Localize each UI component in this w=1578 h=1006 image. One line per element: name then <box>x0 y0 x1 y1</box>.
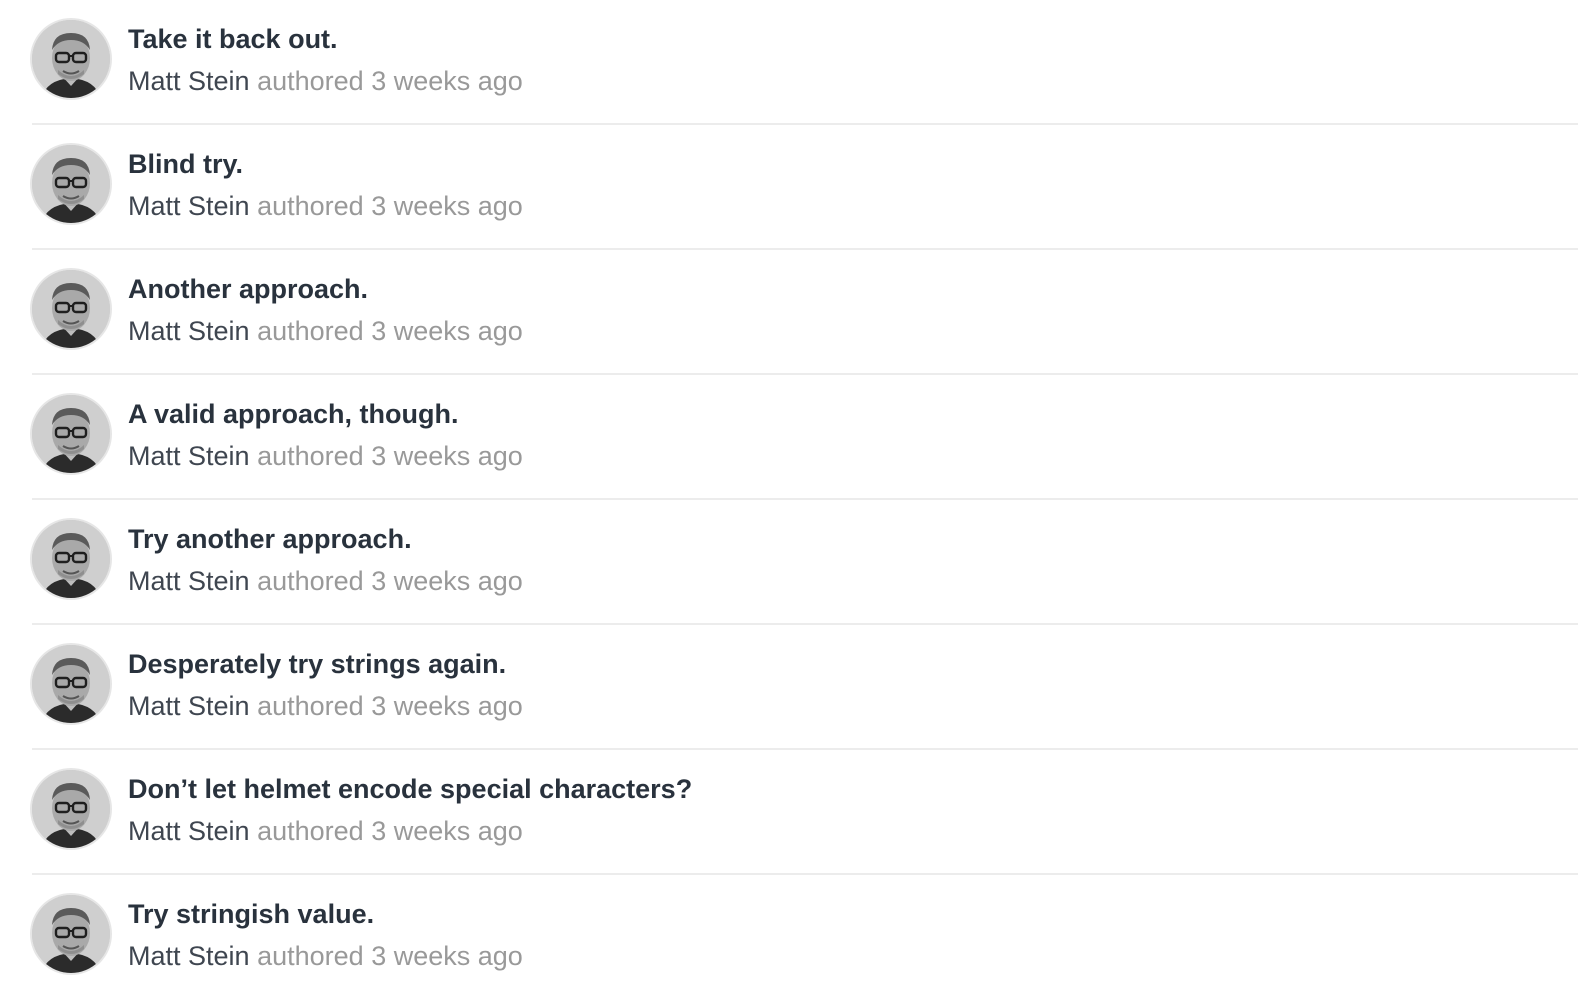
commit-title[interactable]: Blind try. <box>128 149 243 180</box>
commit-author[interactable]: Matt Stein <box>128 691 250 721</box>
commit-author[interactable]: Matt Stein <box>128 441 250 471</box>
commit-meta: Matt Stein authored 3 weeks ago <box>128 566 523 597</box>
commit-verb: authored <box>257 941 364 971</box>
author-avatar[interactable] <box>32 520 110 598</box>
commit-time: 3 weeks ago <box>371 191 523 221</box>
commit-row[interactable]: Don’t let helmet encode special characte… <box>32 750 1578 875</box>
author-avatar[interactable] <box>32 395 110 473</box>
commit-title[interactable]: Take it back out. <box>128 24 338 55</box>
commit-title[interactable]: A valid approach, though. <box>128 399 459 430</box>
author-avatar[interactable] <box>32 645 110 723</box>
commit-verb: authored <box>257 816 364 846</box>
commit-verb: authored <box>257 566 364 596</box>
commit-author[interactable]: Matt Stein <box>128 566 250 596</box>
commit-row[interactable]: Take it back out. Matt Stein authored 3 … <box>32 0 1578 125</box>
commit-author[interactable]: Matt Stein <box>128 816 250 846</box>
commit-meta: Matt Stein authored 3 weeks ago <box>128 941 523 972</box>
commit-author[interactable]: Matt Stein <box>128 316 250 346</box>
author-avatar[interactable] <box>32 270 110 348</box>
commit-row[interactable]: Desperately try strings again. Matt Stei… <box>32 625 1578 750</box>
commit-time: 3 weeks ago <box>371 66 523 96</box>
author-avatar[interactable] <box>32 895 110 973</box>
commit-verb: authored <box>257 441 364 471</box>
commit-title[interactable]: Don’t let helmet encode special characte… <box>128 774 692 805</box>
commit-row[interactable]: Another approach. Matt Stein authored 3 … <box>32 250 1578 375</box>
author-avatar[interactable] <box>32 20 110 98</box>
commit-verb: authored <box>257 316 364 346</box>
author-avatar[interactable] <box>32 770 110 848</box>
commit-time: 3 weeks ago <box>371 941 523 971</box>
commit-time: 3 weeks ago <box>371 566 523 596</box>
commit-title[interactable]: Try another approach. <box>128 524 412 555</box>
commit-meta: Matt Stein authored 3 weeks ago <box>128 191 523 222</box>
commit-time: 3 weeks ago <box>371 816 523 846</box>
author-avatar[interactable] <box>32 145 110 223</box>
commit-title[interactable]: Desperately try strings again. <box>128 649 506 680</box>
commit-meta: Matt Stein authored 3 weeks ago <box>128 691 523 722</box>
commit-time: 3 weeks ago <box>371 316 523 346</box>
commit-time: 3 weeks ago <box>371 441 523 471</box>
commit-row[interactable]: A valid approach, though. Matt Stein aut… <box>32 375 1578 500</box>
commit-author[interactable]: Matt Stein <box>128 941 250 971</box>
commit-verb: authored <box>257 191 364 221</box>
commit-verb: authored <box>257 66 364 96</box>
commit-meta: Matt Stein authored 3 weeks ago <box>128 816 523 847</box>
commit-time: 3 weeks ago <box>371 691 523 721</box>
commit-meta: Matt Stein authored 3 weeks ago <box>128 441 523 472</box>
commit-verb: authored <box>257 691 364 721</box>
commit-row[interactable]: Try another approach. Matt Stein authore… <box>32 500 1578 625</box>
commit-row[interactable]: Blind try. Matt Stein authored 3 weeks a… <box>32 125 1578 250</box>
commit-author[interactable]: Matt Stein <box>128 66 250 96</box>
commit-title[interactable]: Another approach. <box>128 274 368 305</box>
commit-title[interactable]: Try stringish value. <box>128 899 374 930</box>
commit-meta: Matt Stein authored 3 weeks ago <box>128 66 523 97</box>
commit-meta: Matt Stein authored 3 weeks ago <box>128 316 523 347</box>
commit-row[interactable]: Try stringish value. Matt Stein authored… <box>32 875 1578 1000</box>
commit-list: Take it back out. Matt Stein authored 3 … <box>32 0 1578 1000</box>
commit-author[interactable]: Matt Stein <box>128 191 250 221</box>
